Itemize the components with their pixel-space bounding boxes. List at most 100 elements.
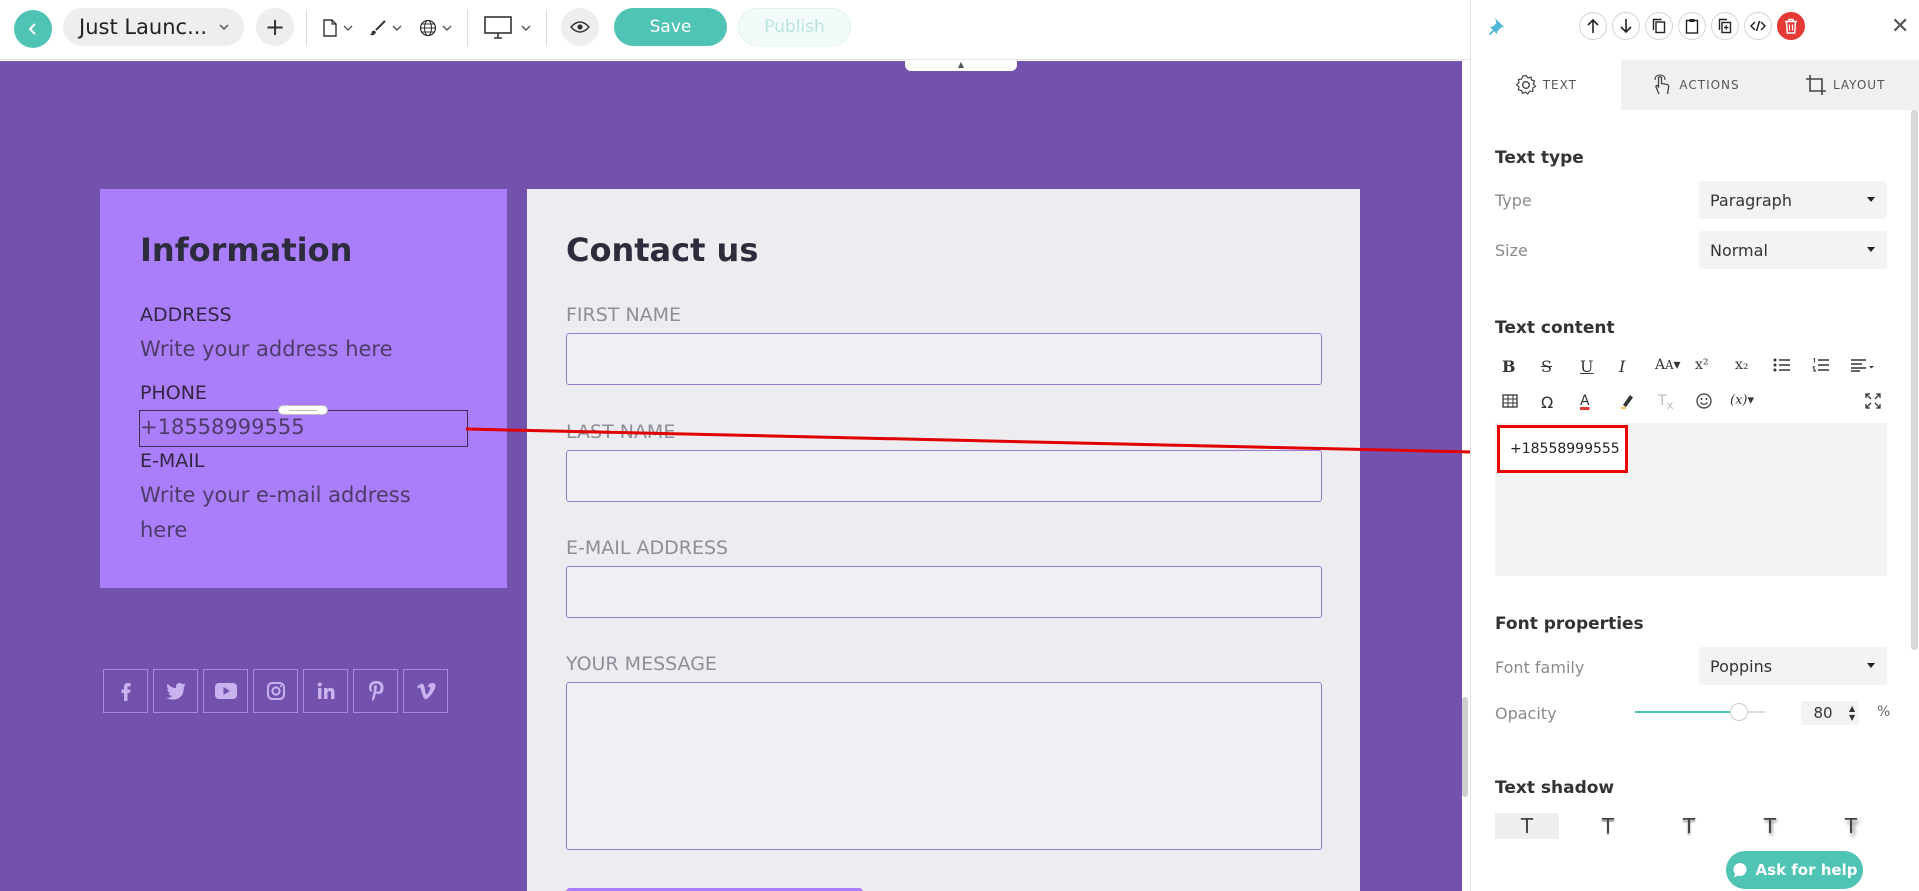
copy-icon xyxy=(1652,18,1666,34)
font-family-select[interactable]: Poppins xyxy=(1699,647,1887,685)
ask-for-help-button[interactable]: Ask for help xyxy=(1726,851,1863,889)
subscript-icon[interactable]: x₂ xyxy=(1735,357,1749,373)
bullet-list-icon[interactable] xyxy=(1773,357,1791,376)
type-select[interactable]: Paragraph xyxy=(1699,181,1887,219)
text-content-value-highlight[interactable]: +18558999555 xyxy=(1497,425,1628,473)
save-button[interactable]: Save xyxy=(614,8,727,46)
font-size-icon[interactable]: AA▾ xyxy=(1655,357,1681,373)
information-title[interactable]: Information xyxy=(140,231,352,269)
globe-icon xyxy=(419,19,437,37)
address-label[interactable]: ADDRESS xyxy=(140,304,232,326)
italic-icon[interactable]: I xyxy=(1619,357,1625,376)
message-field[interactable] xyxy=(566,682,1322,850)
paste-button[interactable] xyxy=(1678,12,1706,40)
pinterest-icon[interactable] xyxy=(353,669,398,713)
strikethrough-icon[interactable]: S xyxy=(1541,357,1552,376)
text-t-icon: T xyxy=(1601,814,1615,838)
properties-panel: ✕ TEXT ACTIONS LAYOUT Text type Type Par… xyxy=(1470,0,1919,891)
text-t-icon: T xyxy=(1763,814,1777,838)
caret-up-icon: ▲ xyxy=(957,61,965,69)
panel-scrollbar-thumb[interactable] xyxy=(1911,110,1918,650)
publish-button[interactable]: Publish xyxy=(738,8,851,46)
move-up-button[interactable] xyxy=(1579,12,1607,40)
language-dropdown[interactable] xyxy=(419,16,453,40)
design-dropdown[interactable] xyxy=(369,16,403,40)
email-value-line-1[interactable]: Write your e-mail address xyxy=(140,478,411,513)
facebook-icon[interactable] xyxy=(103,669,148,713)
opacity-label: Opacity xyxy=(1495,704,1557,723)
table-icon[interactable] xyxy=(1502,393,1518,412)
add-page-button[interactable]: + xyxy=(256,8,294,46)
shadow-none-option[interactable]: T xyxy=(1495,813,1559,839)
collapse-section-tab[interactable]: ▲ xyxy=(905,61,1017,71)
shadow-option-2[interactable]: T xyxy=(1657,813,1721,839)
shadow-option-1[interactable]: T xyxy=(1576,813,1640,839)
code-button[interactable] xyxy=(1744,12,1772,40)
numbered-list-icon[interactable] xyxy=(1812,357,1830,376)
shadow-option-4[interactable]: T xyxy=(1819,813,1883,839)
back-button[interactable] xyxy=(14,10,52,48)
email-address-label[interactable]: E-MAIL ADDRESS xyxy=(566,537,728,559)
clear-format-icon[interactable]: Tx xyxy=(1658,393,1673,412)
rich-text-toolbar-row-1: B S U I AA▾ x² x₂ xyxy=(1495,352,1887,382)
tab-actions[interactable]: ACTIONS xyxy=(1621,60,1771,110)
text-content-title: Text content xyxy=(1495,318,1615,338)
fullscreen-icon[interactable] xyxy=(1865,393,1881,413)
text-type-title: Text type xyxy=(1495,148,1584,168)
duplicate-button[interactable] xyxy=(1711,12,1739,40)
emoji-icon[interactable] xyxy=(1696,393,1712,413)
device-dropdown[interactable] xyxy=(484,16,532,40)
highlight-icon[interactable] xyxy=(1619,393,1635,413)
email-address-field[interactable] xyxy=(566,566,1322,618)
linkedin-icon[interactable] xyxy=(303,669,348,713)
move-down-button[interactable] xyxy=(1612,12,1640,40)
pin-icon[interactable] xyxy=(1489,17,1505,35)
size-select[interactable]: Normal xyxy=(1699,231,1887,269)
tab-actions-label: ACTIONS xyxy=(1679,78,1740,92)
drag-handle[interactable] xyxy=(278,405,328,415)
last-name-label[interactable]: LAST NAME xyxy=(566,421,675,443)
youtube-icon[interactable] xyxy=(203,669,248,713)
tab-layout[interactable]: LAYOUT xyxy=(1770,60,1919,110)
project-title-dropdown[interactable]: Just Launc... xyxy=(63,8,244,46)
delete-button[interactable] xyxy=(1777,12,1805,40)
first-name-field[interactable] xyxy=(566,333,1322,385)
font-family-select-value: Poppins xyxy=(1710,656,1773,676)
text-color-icon[interactable]: A xyxy=(1580,393,1590,409)
page-settings-dropdown[interactable] xyxy=(322,16,354,40)
text-shadow-options: T T T T T xyxy=(1495,813,1895,839)
panel-tabs: TEXT ACTIONS LAYOUT xyxy=(1471,60,1919,110)
last-name-field[interactable] xyxy=(566,450,1322,502)
eye-icon xyxy=(570,21,590,33)
opacity-slider-fill xyxy=(1635,711,1739,713)
email-label[interactable]: E-MAIL xyxy=(140,450,204,472)
contact-form-block[interactable]: Contact us FIRST NAME LAST NAME E-MAIL A… xyxy=(527,189,1360,891)
canvas-scrollbar[interactable] xyxy=(1462,697,1468,797)
chevron-down-icon xyxy=(219,24,229,31)
social-icons[interactable] xyxy=(103,669,448,713)
twitter-icon[interactable] xyxy=(153,669,198,713)
special-character-icon[interactable]: Ω xyxy=(1541,393,1553,412)
message-label[interactable]: YOUR MESSAGE xyxy=(566,653,717,675)
email-value-line-2[interactable]: here xyxy=(140,513,187,548)
copy-button[interactable] xyxy=(1645,12,1673,40)
type-select-value: Paragraph xyxy=(1710,190,1792,210)
address-value[interactable]: Write your address here xyxy=(140,332,393,367)
preview-button[interactable] xyxy=(561,8,599,46)
align-dropdown-icon[interactable] xyxy=(1850,357,1876,376)
opacity-stepper-icon[interactable]: ▲ ▼ xyxy=(1849,704,1855,722)
opacity-slider-handle[interactable] xyxy=(1730,703,1748,721)
phone-label[interactable]: PHONE xyxy=(140,382,207,404)
contact-title[interactable]: Contact us xyxy=(566,231,758,269)
instagram-icon[interactable] xyxy=(253,669,298,713)
superscript-icon[interactable]: x² xyxy=(1695,357,1709,373)
information-block[interactable]: Information ADDRESS Write your address h… xyxy=(100,189,507,588)
underline-icon[interactable]: U xyxy=(1580,357,1593,376)
shadow-option-3[interactable]: T xyxy=(1738,813,1802,839)
close-icon[interactable]: ✕ xyxy=(1891,14,1909,39)
vimeo-icon[interactable] xyxy=(403,669,448,713)
bold-icon[interactable]: B xyxy=(1502,357,1516,376)
variable-icon[interactable]: (x)▾ xyxy=(1730,393,1754,408)
tab-text[interactable]: TEXT xyxy=(1471,60,1621,110)
first-name-label[interactable]: FIRST NAME xyxy=(566,304,681,326)
